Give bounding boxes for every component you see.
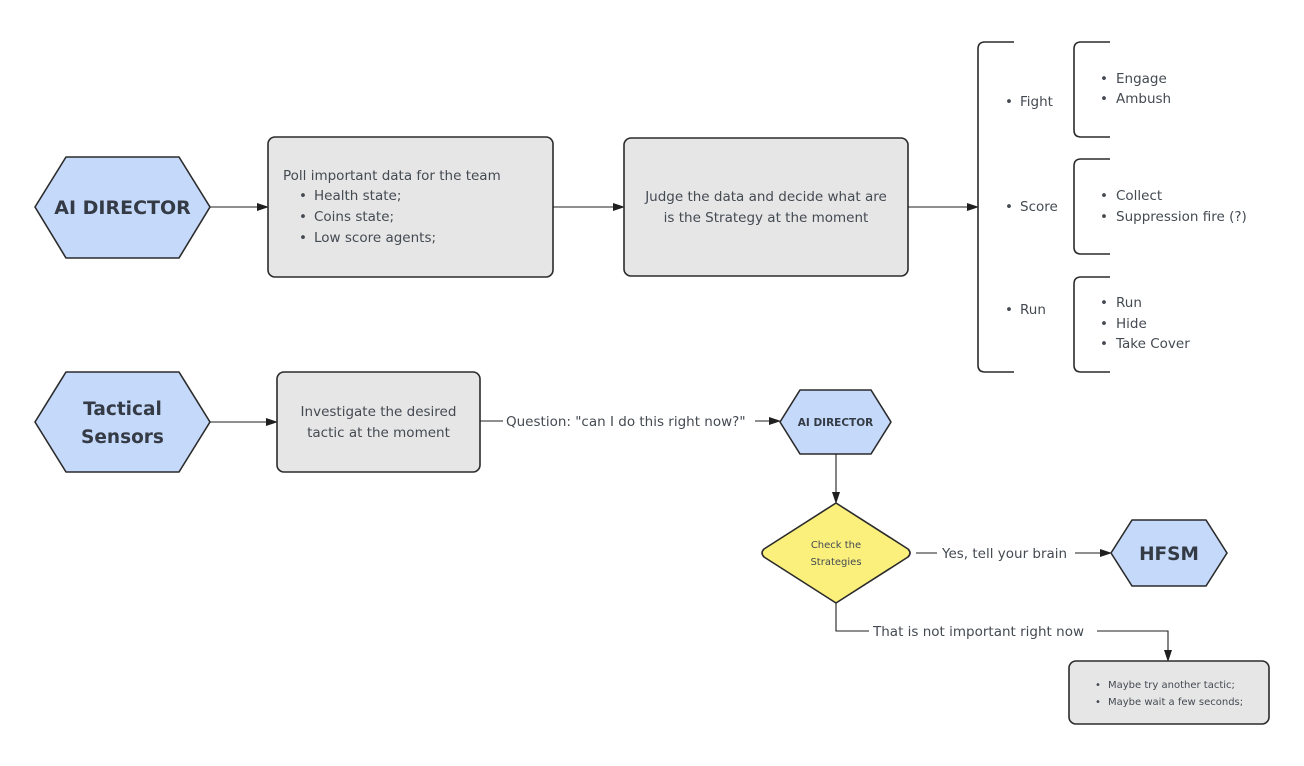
judge-box-line: Judge the data and decide what are [644,189,887,205]
tactic-item: Ambush [1116,91,1171,107]
box-shape [267,136,554,278]
tactics-bracket [1073,41,1110,138]
diamond-shape [761,502,911,604]
strategy-run[interactable]: • Run [1005,302,1046,318]
hfsm-label: HFSM [1139,544,1199,565]
investigate-box[interactable]: Investigate the desired tactic at the mo… [276,371,481,473]
strategies-group: • Fight • Score • Run • Engage • Ambush … [977,41,1247,373]
bullet-icon: • [299,188,307,204]
bullet-icon: • [1100,91,1108,107]
poll-data-box[interactable]: Poll important data for the team • Healt… [267,136,554,278]
ai-director-node[interactable]: AI DIRECTOR [34,156,211,259]
tactic-item: Take Cover [1115,336,1190,352]
tactic-item: Run [1116,295,1142,311]
investigate-box-line: tactic at the moment [307,425,450,441]
tactics-bracket [1073,158,1110,255]
ai-director-small-node[interactable]: AI DIRECTOR [779,389,892,455]
bullet-icon: • [1005,302,1013,318]
box-shape [623,137,909,277]
bullet-icon: • [1100,209,1108,225]
bullet-icon: • [1100,316,1108,332]
strategy-label: Run [1020,302,1046,318]
no-edge-label: That is not important right now [872,624,1084,640]
bullet-icon: • [299,230,307,246]
judge-data-box[interactable]: Judge the data and decide what are is th… [623,137,909,277]
poll-item: Low score agents; [314,230,436,246]
tactic-item: Hide [1116,316,1147,332]
fallback-item: Maybe try another tactic; [1108,680,1235,691]
tactical-sensors-node[interactable]: Tactical Sensors [34,371,211,473]
poll-item: Health state; [314,188,401,204]
check-strategies-decision[interactable]: Check the Strategies [761,502,911,604]
strategy-fight[interactable]: • Fight [1005,94,1053,110]
strategy-label: Score [1020,199,1058,215]
ai-director-label: AI DIRECTOR [54,197,191,219]
strategy-label: Fight [1020,94,1053,110]
hexagon-shape [34,371,211,473]
fallback-item: Maybe wait a few seconds; [1108,697,1243,708]
bullet-icon: • [1100,188,1108,204]
decision-label-line: Strategies [810,557,861,568]
bullet-icon: • [1095,680,1101,691]
bullet-icon: • [1005,94,1013,110]
tactic-item: Suppression fire (?) [1116,209,1247,225]
fallback-box[interactable]: • Maybe try another tactic; • Maybe wait… [1068,660,1270,725]
fight-tactics: • Engage • Ambush [1073,41,1171,138]
diagram-canvas: AI DIRECTOR Poll important data for the … [34,41,1270,725]
run-tactics: • Run • Hide • Take Cover [1073,276,1190,373]
box-shape [1068,660,1270,725]
tactical-sensors-label-line: Tactical [83,399,162,420]
bullet-icon: • [1005,199,1013,215]
hfsm-node[interactable]: HFSM [1110,519,1228,587]
bullet-icon: • [1100,71,1108,87]
tactic-item: Engage [1116,71,1167,87]
ai-director-small-label: AI DIRECTOR [798,417,873,429]
connector-no-to-fallback [1097,630,1172,662]
tactical-sensors-label-line: Sensors [81,427,164,448]
score-tactics: • Collect • Suppression fire (?) [1073,158,1247,255]
bullet-icon: • [299,209,307,225]
yes-edge-label: Yes, tell your brain [941,546,1067,562]
question-edge-label: Question: "can I do this right now?" [506,414,746,430]
tactic-item: Collect [1116,188,1162,204]
judge-box-line: is the Strategy at the moment [664,210,869,226]
strategy-score[interactable]: • Score [1005,199,1058,215]
bullet-icon: • [1095,697,1101,708]
decision-label-line: Check the [811,540,861,551]
poll-box-title: Poll important data for the team [283,168,501,184]
poll-item: Coins state; [314,209,394,225]
bullet-icon: • [1100,295,1108,311]
connector-no-segment [835,603,869,632]
investigate-box-line: Investigate the desired [301,404,457,420]
bullet-icon: • [1100,336,1108,352]
box-shape [276,371,481,473]
